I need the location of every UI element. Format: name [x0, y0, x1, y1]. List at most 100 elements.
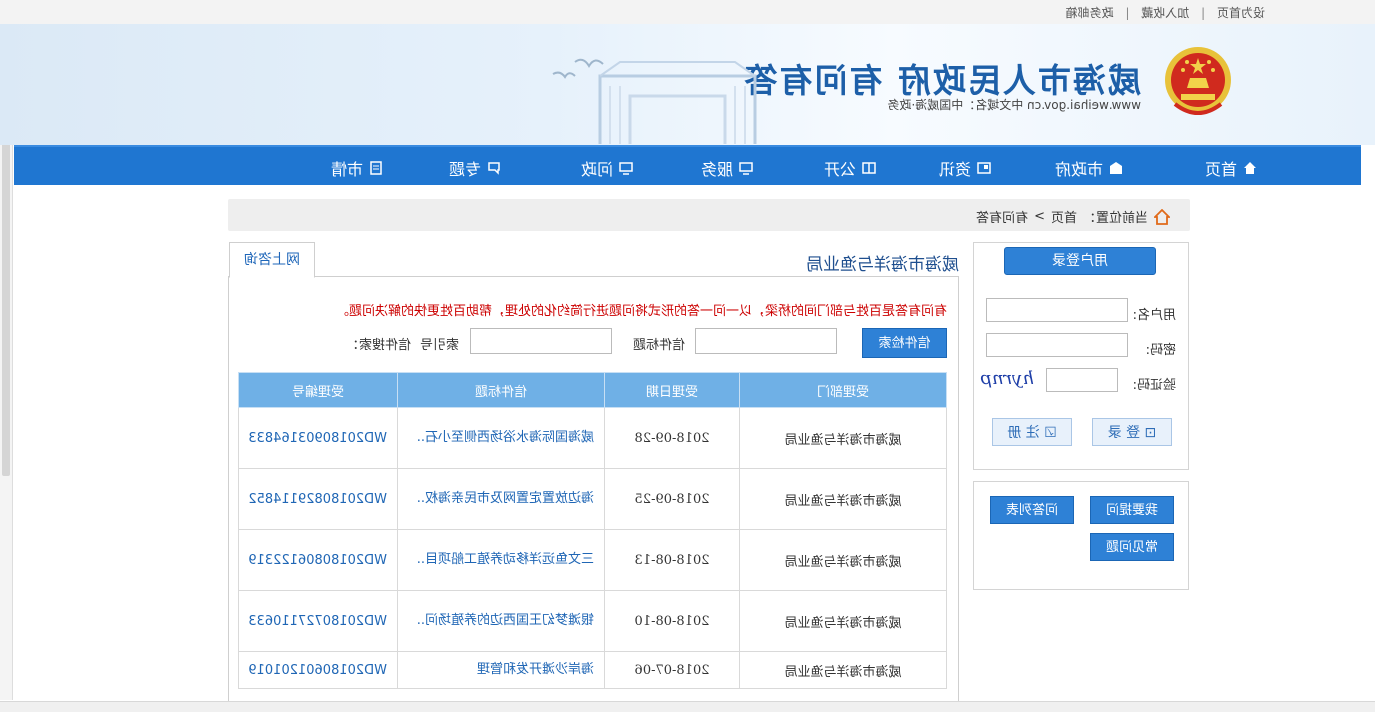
browser-status-bar [0, 701, 1375, 712]
row-title-link[interactable]: 海边放置定置网及市民亲海权.. [397, 468, 605, 530]
nav-item-government[interactable]: 市政府 [1055, 156, 1123, 180]
nav-item-news[interactable]: 资讯 [939, 156, 991, 180]
captcha-image[interactable]: hyrnp [981, 368, 1034, 389]
table-row[interactable]: 威海市海洋与渔业局 2018-07-06 海岸沙滩开发和管理 WD2018060… [238, 651, 947, 689]
top-links: 设为首页 | 加入收藏 | 政务邮箱 [1058, 4, 1265, 21]
table-row[interactable]: 威海市海洋与渔业局 2018-09-25 海边放置定置网及市民亲海权.. WD2… [238, 468, 947, 530]
nav-label: 公开 [823, 160, 856, 179]
breadcrumb-home-link[interactable]: 首页 [1051, 207, 1077, 226]
row-title-link[interactable]: 银滩梦幻王国西边的养殖场问.. [397, 590, 605, 652]
row-date: 2018-09-25 [604, 468, 740, 530]
nav-item-city-info[interactable]: 市情 [331, 156, 383, 180]
document-icon [370, 161, 382, 175]
tab-online-consult[interactable]: 网上咨询 [229, 242, 315, 278]
captcha-label: 验证码: [1132, 378, 1176, 393]
monitor-icon [739, 162, 753, 175]
faq-button[interactable]: 常见问题 [1090, 533, 1174, 561]
letters-table: 受理部门 受理日期 信件标题 受理编号 威海市海洋与渔业局 2018-09-28… [238, 372, 947, 689]
row-dept: 威海市海洋与渔业局 [739, 529, 947, 591]
book-icon [862, 162, 876, 174]
gov-mail-link[interactable]: 政务邮箱 [1066, 6, 1114, 20]
breadcrumb-label: 当前位置： [1082, 211, 1148, 226]
title-label: 信件标题 [632, 338, 685, 353]
bureau-title: 威海市海洋与渔业局 [806, 255, 959, 275]
row-code-link[interactable]: WD20180727110633 [238, 590, 398, 652]
nav-item-public[interactable]: 公开 [824, 156, 876, 180]
header-dept: 受理部门 [739, 372, 947, 408]
row-title-link[interactable]: 三文鱼远洋移动养殖工船项目.. [397, 529, 605, 591]
home-icon [1154, 208, 1170, 225]
building-icon [1110, 162, 1122, 174]
edit-icon: ☑ [1044, 425, 1057, 441]
lock-icon: ⊡ [1144, 425, 1157, 441]
row-dept: 威海市海洋与渔业局 [739, 590, 947, 652]
register-button-label: 注 册 [1007, 425, 1040, 441]
index-label: 索引号 [419, 338, 459, 353]
birds-icon [552, 58, 604, 79]
table-row[interactable]: 威海市海洋与渔业局 2018-08-10 银滩梦幻王国西边的养殖场问.. WD2… [238, 590, 947, 652]
nav-label: 首页 [1204, 160, 1237, 179]
register-button[interactable]: ☑ 注 册 [992, 418, 1072, 446]
set-home-link[interactable]: 设为首页 [1217, 6, 1265, 20]
quick-actions-panel: 我要提问 常见问题 问答列表 [973, 481, 1189, 590]
nav-item-inquiry[interactable]: 问政 [581, 156, 633, 180]
nav-item-topics[interactable]: 专题 [449, 156, 501, 180]
title-search-input[interactable] [695, 328, 837, 354]
home-icon [1244, 162, 1256, 174]
login-header[interactable]: 用户登录 [1004, 247, 1156, 275]
national-emblem-icon [1165, 47, 1231, 115]
username-input[interactable] [986, 298, 1128, 322]
page-mirrored: 设为首页 | 加入收藏 | 政务邮箱 威海市人民政府 有问有答 www.weih… [0, 0, 1375, 711]
breadcrumb-current[interactable]: 有问有答 [976, 207, 1028, 226]
search-label: 信件搜索： [345, 338, 411, 353]
site-title: 威海市人民政府 有问有答 [742, 61, 1142, 100]
header-date: 受理日期 [604, 372, 740, 408]
password-label: 密码: [1145, 343, 1176, 358]
password-input[interactable] [986, 333, 1128, 357]
add-favorite-link[interactable]: 加入收藏 [1141, 6, 1189, 20]
nav-label: 资讯 [938, 160, 971, 179]
nav-label: 市政府 [1054, 160, 1103, 179]
breadcrumb-inner: 当前位置： 首页 > 有问有答 [976, 207, 1170, 226]
row-dept: 威海市海洋与渔业局 [739, 407, 947, 469]
row-dept: 威海市海洋与渔业局 [739, 468, 947, 530]
login-button[interactable]: ⊡ 登 录 [1092, 418, 1172, 446]
row-code-link[interactable]: WD20180601201019 [238, 651, 398, 689]
nav-item-service[interactable]: 服务 [701, 156, 753, 180]
breadcrumb-separator: > [1034, 209, 1045, 224]
qa-list-button[interactable]: 问答列表 [990, 496, 1074, 524]
nav-item-home[interactable]: 首页 [1205, 156, 1257, 180]
row-code-link[interactable]: WD20180829114852 [238, 468, 398, 530]
row-title-link[interactable]: 海岸沙滩开发和管理 [397, 651, 605, 689]
row-date: 2018-08-10 [604, 590, 740, 652]
ask-question-button[interactable]: 我要提问 [1090, 496, 1174, 524]
chat-icon [488, 162, 500, 175]
index-search-input[interactable] [470, 328, 612, 354]
table-row[interactable]: 威海市海洋与渔业局 2018-08-13 三文鱼远洋移动养殖工船项目.. WD2… [238, 529, 947, 591]
city-gate-illustration [598, 61, 757, 144]
site-subtitle: www.weihai.gov.cn 中文域名：中国威海·政务 [887, 98, 1141, 112]
row-title-link[interactable]: 威海国际海水浴场西侧至小石.. [397, 407, 605, 469]
separator: | [1201, 6, 1206, 20]
header-title: 信件标题 [397, 372, 605, 408]
row-code-link[interactable]: WD20180806122319 [238, 529, 398, 591]
breadcrumb: 当前位置： 首页 > 有问有答 [228, 199, 1190, 231]
top-bar: 设为首页 | 加入收藏 | 政务邮箱 [0, 0, 1375, 25]
search-bar: 信件检索 信件标题 索引号 信件搜索： [239, 328, 947, 358]
row-date: 2018-07-06 [604, 651, 740, 689]
table-row[interactable]: 威海市海洋与渔业局 2018-09-28 威海国际海水浴场西侧至小石.. WD2… [238, 407, 947, 469]
row-code-link[interactable]: WD20180903164833 [238, 407, 398, 469]
notice-text: 有问有答是百姓与部门间的桥梁，以一问一答的形式将问题进行简约化的处理，帮助百姓更… [335, 304, 947, 319]
login-button-label: 登 录 [1107, 425, 1141, 441]
nav-label: 市情 [330, 160, 363, 179]
monitor-icon [619, 162, 633, 175]
login-panel: 用户登录 用户名: 密码: 验证码: hyrnp ⊡ 登 录 ☑ 注 册 [973, 242, 1189, 470]
news-icon [977, 162, 991, 174]
username-label: 用户名: [1132, 308, 1176, 323]
captcha-input[interactable] [1046, 368, 1118, 392]
main-nav: 首页 市政府 资讯 公开 服务 问政 专题 市情 [14, 145, 1361, 185]
nav-label: 问政 [580, 160, 613, 179]
separator: | [1125, 6, 1130, 20]
search-button[interactable]: 信件检索 [862, 328, 947, 358]
row-date: 2018-08-13 [604, 529, 740, 591]
